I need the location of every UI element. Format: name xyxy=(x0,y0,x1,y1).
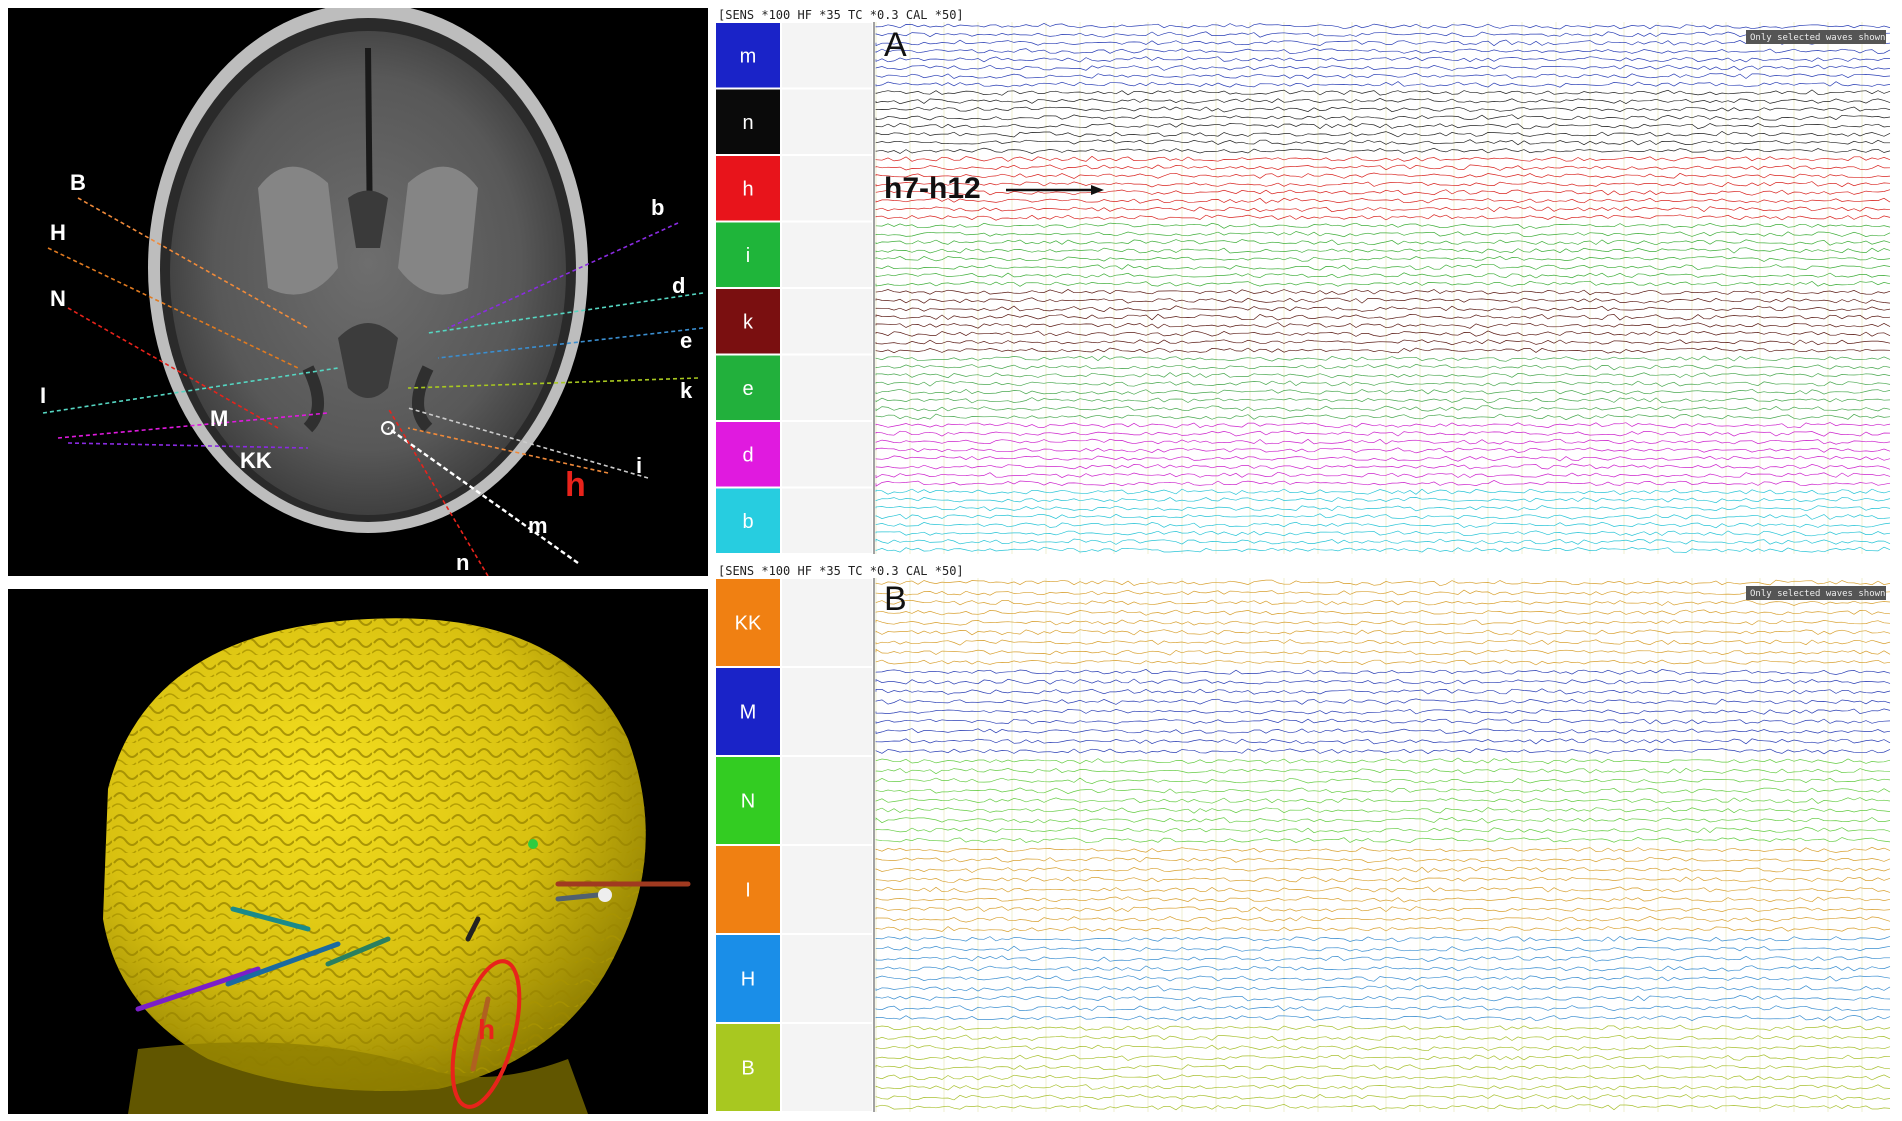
eeg-panel-b: [SENS *100 HF *35 TC *0.3 CAL *50] KK M N I… xyxy=(716,564,1896,1114)
eeg-a-annotation: h7-h12 xyxy=(884,172,981,205)
electrode-block-label: B xyxy=(741,1058,754,1080)
electrode-block-label: M xyxy=(740,702,757,724)
eeg-b-panel-label: B xyxy=(884,580,907,618)
mri-label-h: h xyxy=(565,466,586,504)
mri-label-I: I xyxy=(40,383,46,408)
mri-label-M: M xyxy=(210,406,228,431)
electrode-block-label: i xyxy=(746,245,750,267)
channel-list-column xyxy=(782,89,872,154)
electrode-block-label: h xyxy=(742,178,753,200)
eeg-b-header: [SENS *100 HF *35 TC *0.3 CAL *50] xyxy=(718,564,964,578)
eeg-a-header: [SENS *100 HF *35 TC *0.3 CAL *50] xyxy=(718,8,964,22)
mri-label-e: e xyxy=(680,328,692,353)
mri-label-b: b xyxy=(651,195,664,220)
electrode-block-label: n xyxy=(742,112,753,134)
brain-3d-render-panel: h xyxy=(8,589,708,1114)
brain-3d-image: h xyxy=(8,589,708,1114)
channel-list-column xyxy=(782,23,872,88)
channel-list-column xyxy=(782,935,872,1022)
mri-label-m: m xyxy=(528,513,548,538)
electrode-block-label: KK xyxy=(735,613,762,635)
channel-list-column xyxy=(782,668,872,755)
mri-label-n: n xyxy=(456,550,469,575)
mri-axial-image: B H N I M KK b d e k i h m n xyxy=(8,8,708,576)
electrode-block-label: m xyxy=(740,45,757,67)
electrode-block-label: d xyxy=(742,444,753,466)
channel-list-column xyxy=(782,488,872,553)
electrode-block-label: b xyxy=(742,511,753,533)
eeg-b-traces: [SENS *100 HF *35 TC *0.3 CAL *50] KK M N I… xyxy=(716,564,1896,1114)
channel-list-column xyxy=(782,846,872,933)
electrode-block-label: I xyxy=(745,880,751,902)
channel-list-column xyxy=(782,355,872,420)
electrode-block-label: H xyxy=(741,969,755,991)
electrode-block-label: e xyxy=(742,378,753,400)
eeg-a-panel-label: A xyxy=(884,26,907,64)
channel-list-column xyxy=(782,222,872,287)
eeg-a-badge: Only selected waves shown xyxy=(1750,33,1885,43)
channel-list-column xyxy=(782,1024,872,1111)
channel-list-column xyxy=(782,156,872,221)
channel-list-column xyxy=(782,289,872,354)
electrode-block-label: N xyxy=(741,791,755,813)
mri-label-i: i xyxy=(636,453,642,478)
mri-label-H: H xyxy=(50,220,66,245)
eeg-b-badge: Only selected waves shown xyxy=(1750,589,1885,599)
eeg-a-traces: [SENS *100 HF *35 TC *0.3 CAL *50] m n h i k… xyxy=(716,8,1896,556)
mri-label-k: k xyxy=(680,378,693,403)
mri-label-N: N xyxy=(50,286,66,311)
channel-list-column xyxy=(782,757,872,844)
mri-label-B: B xyxy=(70,170,86,195)
mri-label-KK: KK xyxy=(240,448,272,473)
channel-list-column xyxy=(782,422,872,487)
eeg-panel-a: [SENS *100 HF *35 TC *0.3 CAL *50] m n h i k… xyxy=(716,8,1896,556)
mri-label-d: d xyxy=(672,273,685,298)
electrode-block-label: k xyxy=(743,311,754,333)
channel-list-column xyxy=(782,579,872,666)
mri-axial-panel: B H N I M KK b d e k i h m n xyxy=(8,8,708,576)
brain3d-label-h: h xyxy=(478,1014,495,1045)
